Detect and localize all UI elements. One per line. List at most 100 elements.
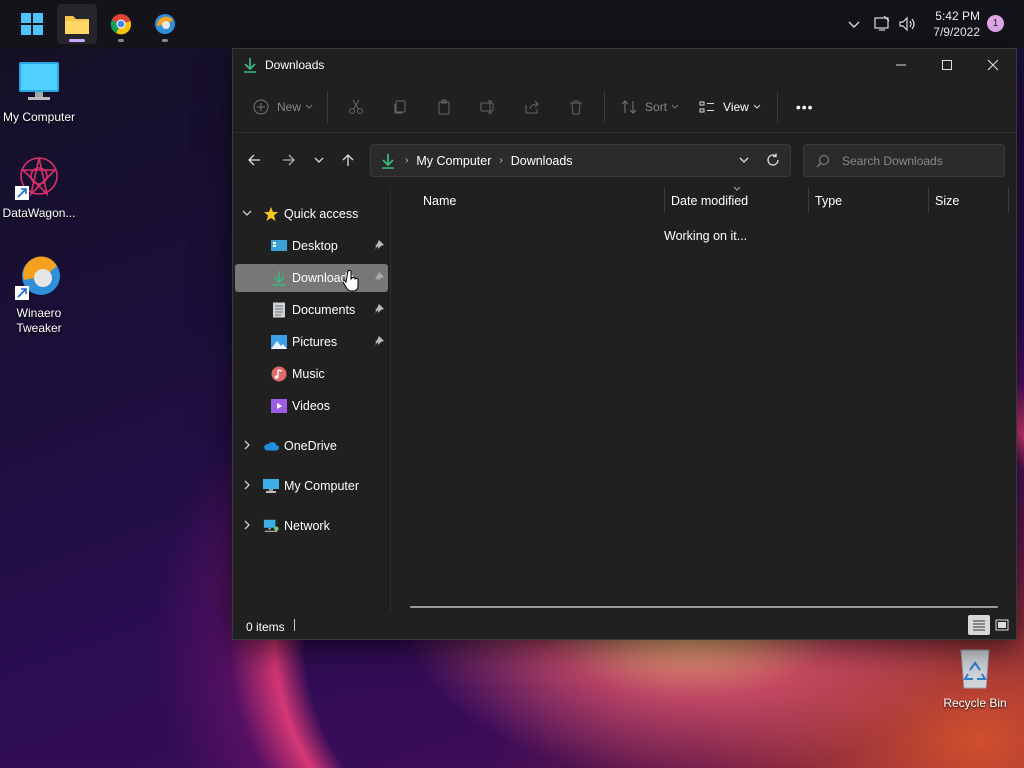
nav-label: Videos (292, 399, 330, 413)
maximize-button[interactable] (924, 49, 970, 81)
nav-item-videos[interactable]: Videos (235, 392, 388, 420)
breadcrumb-separator: › (405, 155, 409, 166)
breadcrumb-downloads[interactable]: Downloads (511, 154, 573, 168)
forward-button[interactable] (274, 146, 304, 174)
refresh-button[interactable] (766, 153, 780, 170)
volume-tray-button[interactable] (898, 0, 916, 48)
column-header-type[interactable]: Type (815, 187, 842, 215)
sort-button[interactable]: Sort (611, 90, 689, 124)
star-icon (263, 206, 279, 222)
copy-button[interactable] (378, 90, 422, 124)
desktop-icon-label: Winaero Tweaker (16, 306, 62, 335)
chrome-icon (110, 14, 132, 35)
column-header-date-modified[interactable]: Date modified (671, 186, 748, 215)
recent-locations-button[interactable] (304, 146, 334, 174)
chevron-right-icon[interactable] (241, 440, 253, 453)
status-bar: 0 items (233, 611, 1016, 639)
chevron-right-icon[interactable] (241, 520, 253, 533)
share-button[interactable] (510, 90, 554, 124)
nav-item-pictures[interactable]: Pictures (235, 328, 388, 356)
close-icon (987, 59, 999, 71)
file-explorer-window: Downloads New Sort View ••• › My Compute… (232, 48, 1017, 640)
column-separator[interactable] (928, 187, 929, 213)
cloud-icon (263, 438, 279, 454)
separator (327, 90, 329, 123)
horizontal-scrollbar[interactable] (410, 606, 998, 608)
chrome-button[interactable] (101, 4, 141, 44)
search-box[interactable]: Search Downloads (803, 144, 1005, 177)
nav-item-music[interactable]: Music (235, 360, 388, 388)
more-options-button[interactable]: ••• (784, 90, 826, 124)
network-tray-button[interactable] (873, 0, 891, 48)
column-separator[interactable] (1008, 187, 1009, 213)
desktop-icon-my-computer[interactable]: My Computer (0, 58, 78, 125)
tiles-view-icon (995, 619, 1009, 631)
tiles-view-button[interactable] (992, 615, 1012, 635)
delete-button[interactable] (554, 90, 598, 124)
winaero-tweaker-button[interactable] (145, 4, 185, 44)
nav-label: Quick access (284, 207, 359, 221)
paste-button[interactable] (422, 90, 466, 124)
command-bar: New Sort View ••• (233, 81, 1016, 133)
file-list[interactable]: Name Date modified Type Size Working on … (392, 186, 1016, 612)
pictures-icon (271, 334, 287, 350)
address-bar[interactable]: › My Computer › Downloads (370, 144, 791, 177)
column-separator[interactable] (808, 187, 809, 213)
maximize-icon (942, 60, 952, 70)
share-icon (525, 100, 539, 113)
folder-icon (65, 16, 89, 34)
details-view-button[interactable] (968, 615, 990, 635)
nav-label: Music (292, 367, 325, 381)
close-button[interactable] (970, 49, 1016, 81)
chevron-right-icon[interactable] (241, 480, 253, 493)
network-status-icon (874, 15, 890, 31)
chevron-down-icon[interactable] (241, 208, 253, 221)
refresh-icon (767, 153, 779, 166)
desktop-icon-recycle-bin[interactable]: Recycle Bin (936, 644, 1014, 711)
new-button[interactable]: New (245, 90, 321, 124)
nav-my-computer[interactable]: My Computer (235, 472, 388, 500)
window-title: Downloads (265, 58, 325, 72)
nav-item-desktop[interactable]: Desktop (235, 232, 388, 260)
running-indicator (162, 39, 168, 42)
nav-label: Desktop (292, 239, 338, 253)
clock-time: 5:42 PM (935, 9, 980, 23)
pin-icon (374, 239, 384, 253)
nav-onedrive[interactable]: OneDrive (235, 432, 388, 460)
hand-cursor-icon (343, 270, 359, 292)
item-count: 0 items (246, 620, 285, 634)
chevron-down-icon (314, 157, 324, 163)
network-icon (263, 518, 279, 534)
column-header-name[interactable]: Name (423, 187, 456, 215)
cut-button[interactable] (334, 90, 378, 124)
winaero-tweaker-icon (15, 254, 63, 302)
breadcrumb-my-computer[interactable]: My Computer (416, 154, 491, 168)
start-button[interactable] (12, 4, 52, 44)
clock[interactable]: 5:42 PM 7/9/2022 (933, 8, 980, 40)
column-separator[interactable] (664, 187, 665, 213)
nav-item-documents[interactable]: Documents (235, 296, 388, 324)
desktop-icon-label: DataWagon... (2, 206, 76, 220)
minimize-button[interactable] (878, 49, 924, 81)
file-explorer-button[interactable] (57, 4, 97, 44)
up-button[interactable] (333, 146, 363, 174)
notification-badge[interactable]: 1 (987, 15, 1004, 32)
show-hidden-icons-button[interactable] (846, 0, 862, 48)
column-header-size[interactable]: Size (935, 187, 959, 215)
plus-circle-icon (253, 99, 269, 114)
nav-network[interactable]: Network (235, 512, 388, 540)
nav-item-downloads[interactable]: Downloads (235, 264, 388, 292)
desktop-icon-winaero-tweaker[interactable]: Winaero Tweaker (0, 254, 78, 336)
view-list-icon (699, 101, 715, 112)
view-button[interactable]: View (689, 90, 771, 124)
navigation-pane: Quick access Desktop Downloads Documents… (233, 187, 391, 612)
nav-quick-access[interactable]: Quick access (235, 200, 388, 228)
address-history-button[interactable] (738, 154, 750, 169)
details-view-icon (973, 620, 985, 631)
loading-message: Working on it... (664, 229, 748, 243)
desktop-icon-datawagon[interactable]: DataWagon... (0, 154, 78, 221)
active-indicator (69, 39, 85, 42)
back-button[interactable] (239, 146, 269, 174)
title-bar[interactable]: Downloads (233, 49, 1016, 81)
rename-button[interactable] (466, 90, 510, 124)
